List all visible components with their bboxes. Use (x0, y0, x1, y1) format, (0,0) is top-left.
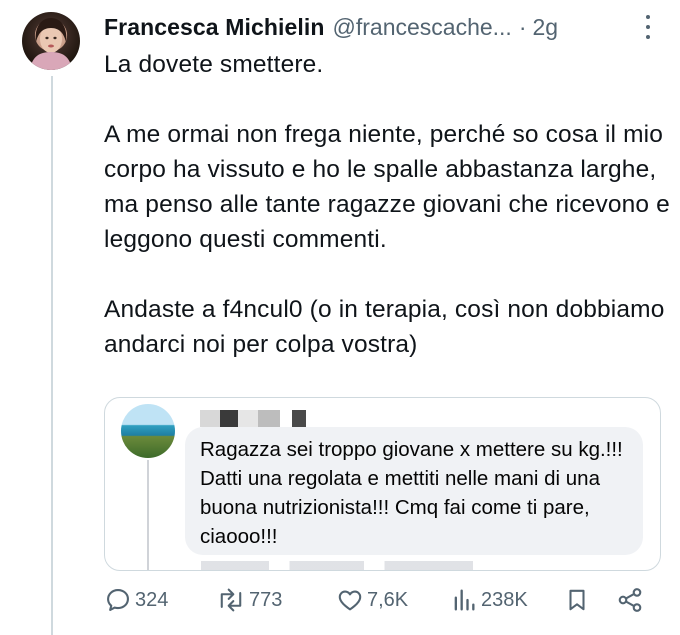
bookmark-button[interactable] (564, 582, 590, 618)
views-count: 238K (481, 588, 528, 611)
repost-button[interactable]: 773 (216, 582, 282, 618)
tweet-text: La dovete smettere. A me ormai non frega… (104, 47, 674, 362)
tweet-paragraph: La dovete smettere. (104, 51, 324, 78)
comment-thread-line (147, 460, 149, 570)
author-name[interactable]: Francesca Michielin (104, 14, 325, 41)
like-button[interactable]: 7,6K (336, 582, 408, 618)
reply-count: 324 (135, 588, 169, 611)
action-bar: 324 773 7,6K 238K (104, 582, 660, 618)
repost-count: 773 (249, 588, 283, 611)
comment-bubble: Ragazza sei troppo giovane x mettere su … (185, 427, 643, 555)
reply-icon (107, 589, 129, 611)
redacted-name (200, 410, 306, 427)
thread-line (51, 76, 53, 635)
tweet-header: Francesca Michielin @francescache... · 2… (104, 10, 660, 44)
tweet-paragraph: Andaste a f4ncul0 (o in terapia, così no… (104, 296, 665, 358)
comment-text: Ragazza sei troppo giovane x mettere su … (200, 438, 623, 548)
cropped-comment-actions (201, 561, 541, 570)
timestamp[interactable]: 2g (533, 14, 559, 41)
like-icon (338, 590, 362, 611)
views-icon (454, 589, 475, 611)
reply-button[interactable]: 324 (104, 582, 168, 618)
attached-screenshot[interactable]: Ragazza sei troppo giovane x mettere su … (104, 397, 661, 571)
author-handle[interactable]: @francescache... (333, 14, 512, 41)
more-icon[interactable] (638, 9, 658, 41)
views-button[interactable]: 238K (450, 582, 528, 618)
share-icon (618, 588, 642, 612)
bookmark-icon (569, 589, 585, 611)
tweet-paragraph: A me ormai non frega niente, perché so c… (104, 121, 670, 253)
avatar[interactable] (22, 12, 80, 70)
like-count: 7,6K (367, 588, 409, 611)
repost-icon (220, 588, 242, 612)
share-button[interactable] (616, 582, 644, 618)
separator: · (518, 13, 527, 40)
commenter-avatar (121, 404, 175, 458)
